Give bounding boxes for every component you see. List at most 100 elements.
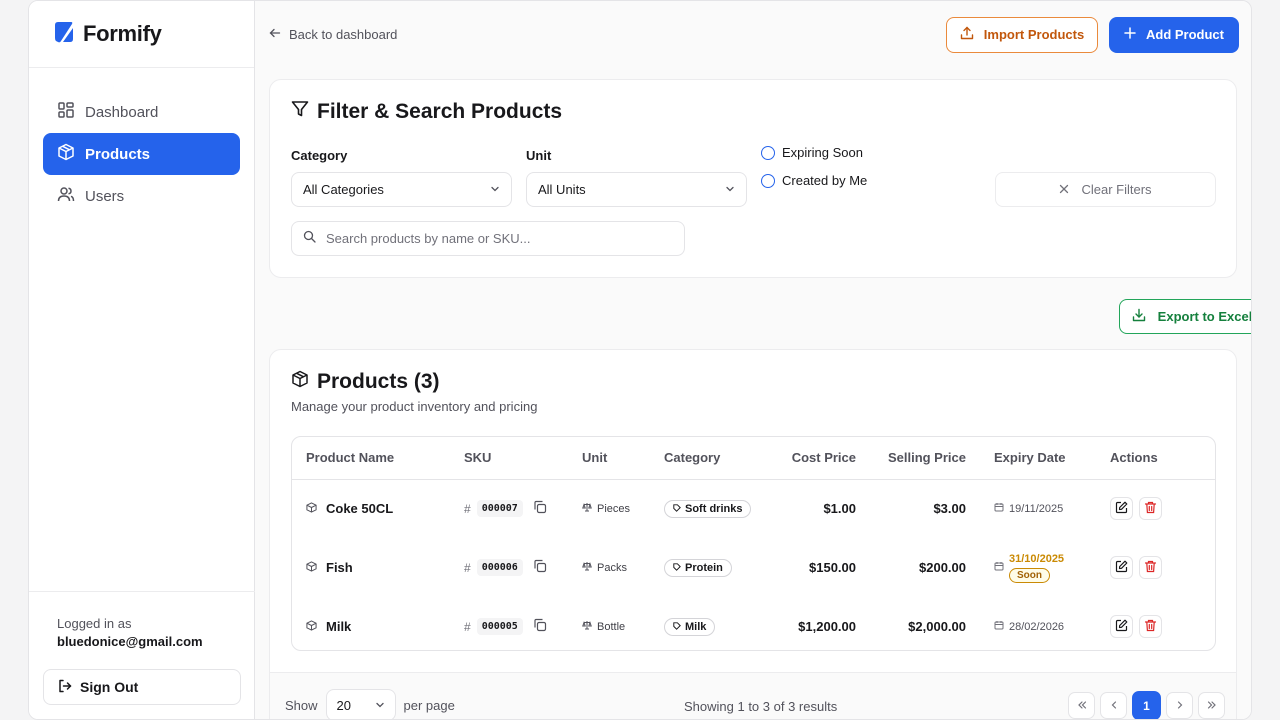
prev-page-button[interactable] [1100, 692, 1127, 719]
first-page-button[interactable] [1068, 692, 1095, 719]
chevron-left-icon [1109, 699, 1119, 713]
main-content: Back to dashboard Import Products Add Pr… [255, 1, 1252, 719]
import-label: Import Products [983, 27, 1085, 42]
sidebar-item-dashboard[interactable]: Dashboard [43, 91, 240, 133]
category-select[interactable]: All Categories [291, 172, 512, 207]
tag-icon [673, 562, 681, 574]
category-value: Protein [685, 561, 723, 574]
download-icon [1132, 308, 1146, 325]
trash-icon [1144, 501, 1157, 517]
logout-icon [58, 679, 72, 696]
unit-value: Pieces [597, 502, 631, 515]
logged-in-label: Logged in as [57, 616, 132, 631]
per-page-select[interactable]: 20 [325, 689, 396, 719]
expiry-cell: 31/10/2025 Soon [994, 553, 1100, 583]
back-to-dashboard-link[interactable]: Back to dashboard [269, 27, 397, 42]
col-product-name[interactable]: Product Name [292, 437, 464, 479]
calendar-icon [994, 561, 1004, 574]
expiring-soon-badge: Soon [1009, 567, 1050, 583]
filter-title-text: Filter & Search Products [317, 100, 563, 123]
product-name-cell: Fish [306, 560, 464, 575]
table-row[interactable]: Milk #000005 Bottle Milk $1,200.00 $2,00… [292, 597, 1215, 650]
search-box[interactable] [291, 221, 685, 256]
per-page-control: Show 20 per page [285, 689, 455, 719]
import-products-button[interactable]: Import Products [946, 16, 1098, 53]
logged-in-email: bluedonice@gmail.com [57, 634, 203, 649]
copy-icon[interactable] [533, 618, 547, 635]
back-label: Back to dashboard [289, 27, 398, 42]
delete-button[interactable] [1139, 556, 1162, 579]
show-label: Show [285, 697, 318, 713]
last-page-button[interactable] [1198, 692, 1225, 719]
top-actions: Import Products Add Product [946, 16, 1239, 53]
products-subtitle: Manage your product inventory and pricin… [291, 399, 538, 414]
add-product-button[interactable]: Add Product [1109, 16, 1239, 53]
export-to-excel-button[interactable]: Export to Excel [1119, 299, 1252, 334]
col-cost-price[interactable]: Cost Price [776, 437, 856, 479]
col-sku[interactable]: SKU [464, 437, 582, 479]
unit-label: Unit [526, 148, 552, 163]
per-page-value: 20 [336, 697, 351, 713]
sku-cell: #000006 [464, 559, 582, 576]
col-expiry-date[interactable]: Expiry Date [966, 437, 1100, 479]
products-title: Products (3) [291, 370, 440, 394]
table-row[interactable]: Coke 50CL #000007 Pieces Soft drinks $1.… [292, 479, 1215, 538]
unit-cell: Packs [582, 561, 664, 574]
copy-icon[interactable] [533, 559, 547, 576]
radio-circle[interactable] [761, 173, 775, 188]
delete-button[interactable] [1139, 615, 1162, 638]
page-controls: 1 [1068, 691, 1225, 719]
copy-icon[interactable] [533, 500, 547, 517]
sidebar-item-products[interactable]: Products [43, 133, 240, 175]
unit-select[interactable]: All Units [526, 172, 747, 207]
cost-price: $150.00 [809, 560, 856, 575]
col-unit[interactable]: Unit [582, 437, 664, 479]
sidebar-item-label: Dashboard [85, 103, 159, 121]
arrow-left-icon [269, 27, 281, 42]
edit-button[interactable] [1110, 615, 1133, 638]
hash-icon: # [464, 560, 471, 575]
created-by-me-radio[interactable]: Created by Me [761, 173, 867, 188]
sidebar-item-label: Products [85, 145, 151, 163]
expiry-date: 19/11/2025 [1009, 502, 1064, 515]
clear-filters-button[interactable]: Clear Filters [995, 172, 1216, 207]
scale-icon [582, 561, 592, 574]
edit-button[interactable] [1110, 556, 1133, 579]
filter-icon [291, 100, 309, 124]
sign-out-button[interactable]: Sign Out [43, 669, 241, 705]
col-selling-price[interactable]: Selling Price [856, 437, 966, 479]
app-window: Formify Dashboard Products Users Logged … [28, 0, 1252, 720]
row-actions [1110, 497, 1215, 521]
sku-cell: #000005 [464, 618, 582, 635]
expiring-soon-radio[interactable]: Expiring Soon [761, 145, 863, 160]
sku-code: 000005 [476, 618, 523, 635]
radio-circle[interactable] [761, 145, 775, 160]
unit-cell: Bottle [582, 620, 664, 633]
sign-out-label: Sign Out [80, 679, 139, 695]
brand[interactable]: Formify [29, 1, 254, 68]
expiry-cell: 19/11/2025 [994, 502, 1100, 515]
package-icon [291, 370, 309, 394]
topbar: Back to dashboard Import Products Add Pr… [255, 1, 1251, 68]
close-icon [1059, 182, 1069, 197]
search-input[interactable] [326, 231, 666, 246]
next-page-button[interactable] [1166, 692, 1193, 719]
edit-button[interactable] [1110, 497, 1133, 521]
table-row[interactable]: Fish #000006 Packs Protein $150.00 $200.… [292, 538, 1215, 597]
col-category[interactable]: Category [664, 437, 776, 479]
scale-icon [582, 620, 592, 633]
expiring-soon-label: Expiring Soon [782, 145, 863, 160]
expiry-date: 31/10/2025 [1009, 552, 1065, 565]
brand-name: Formify [83, 21, 162, 46]
plus-icon [1124, 27, 1136, 42]
package-icon [57, 143, 75, 165]
edit-icon [1115, 619, 1128, 635]
expiry-date: 28/02/2026 [1009, 620, 1065, 633]
sidebar-item-users[interactable]: Users [43, 175, 240, 217]
export-label: Export to Excel [1157, 309, 1252, 324]
sidebar-footer: Logged in as bluedonice@gmail.com Sign O… [29, 591, 255, 719]
page-1-button[interactable]: 1 [1132, 691, 1161, 719]
delete-button[interactable] [1139, 497, 1162, 521]
filter-title: Filter & Search Products [291, 100, 562, 124]
products-table: Product Name SKU Unit Category Cost Pric… [291, 436, 1216, 651]
